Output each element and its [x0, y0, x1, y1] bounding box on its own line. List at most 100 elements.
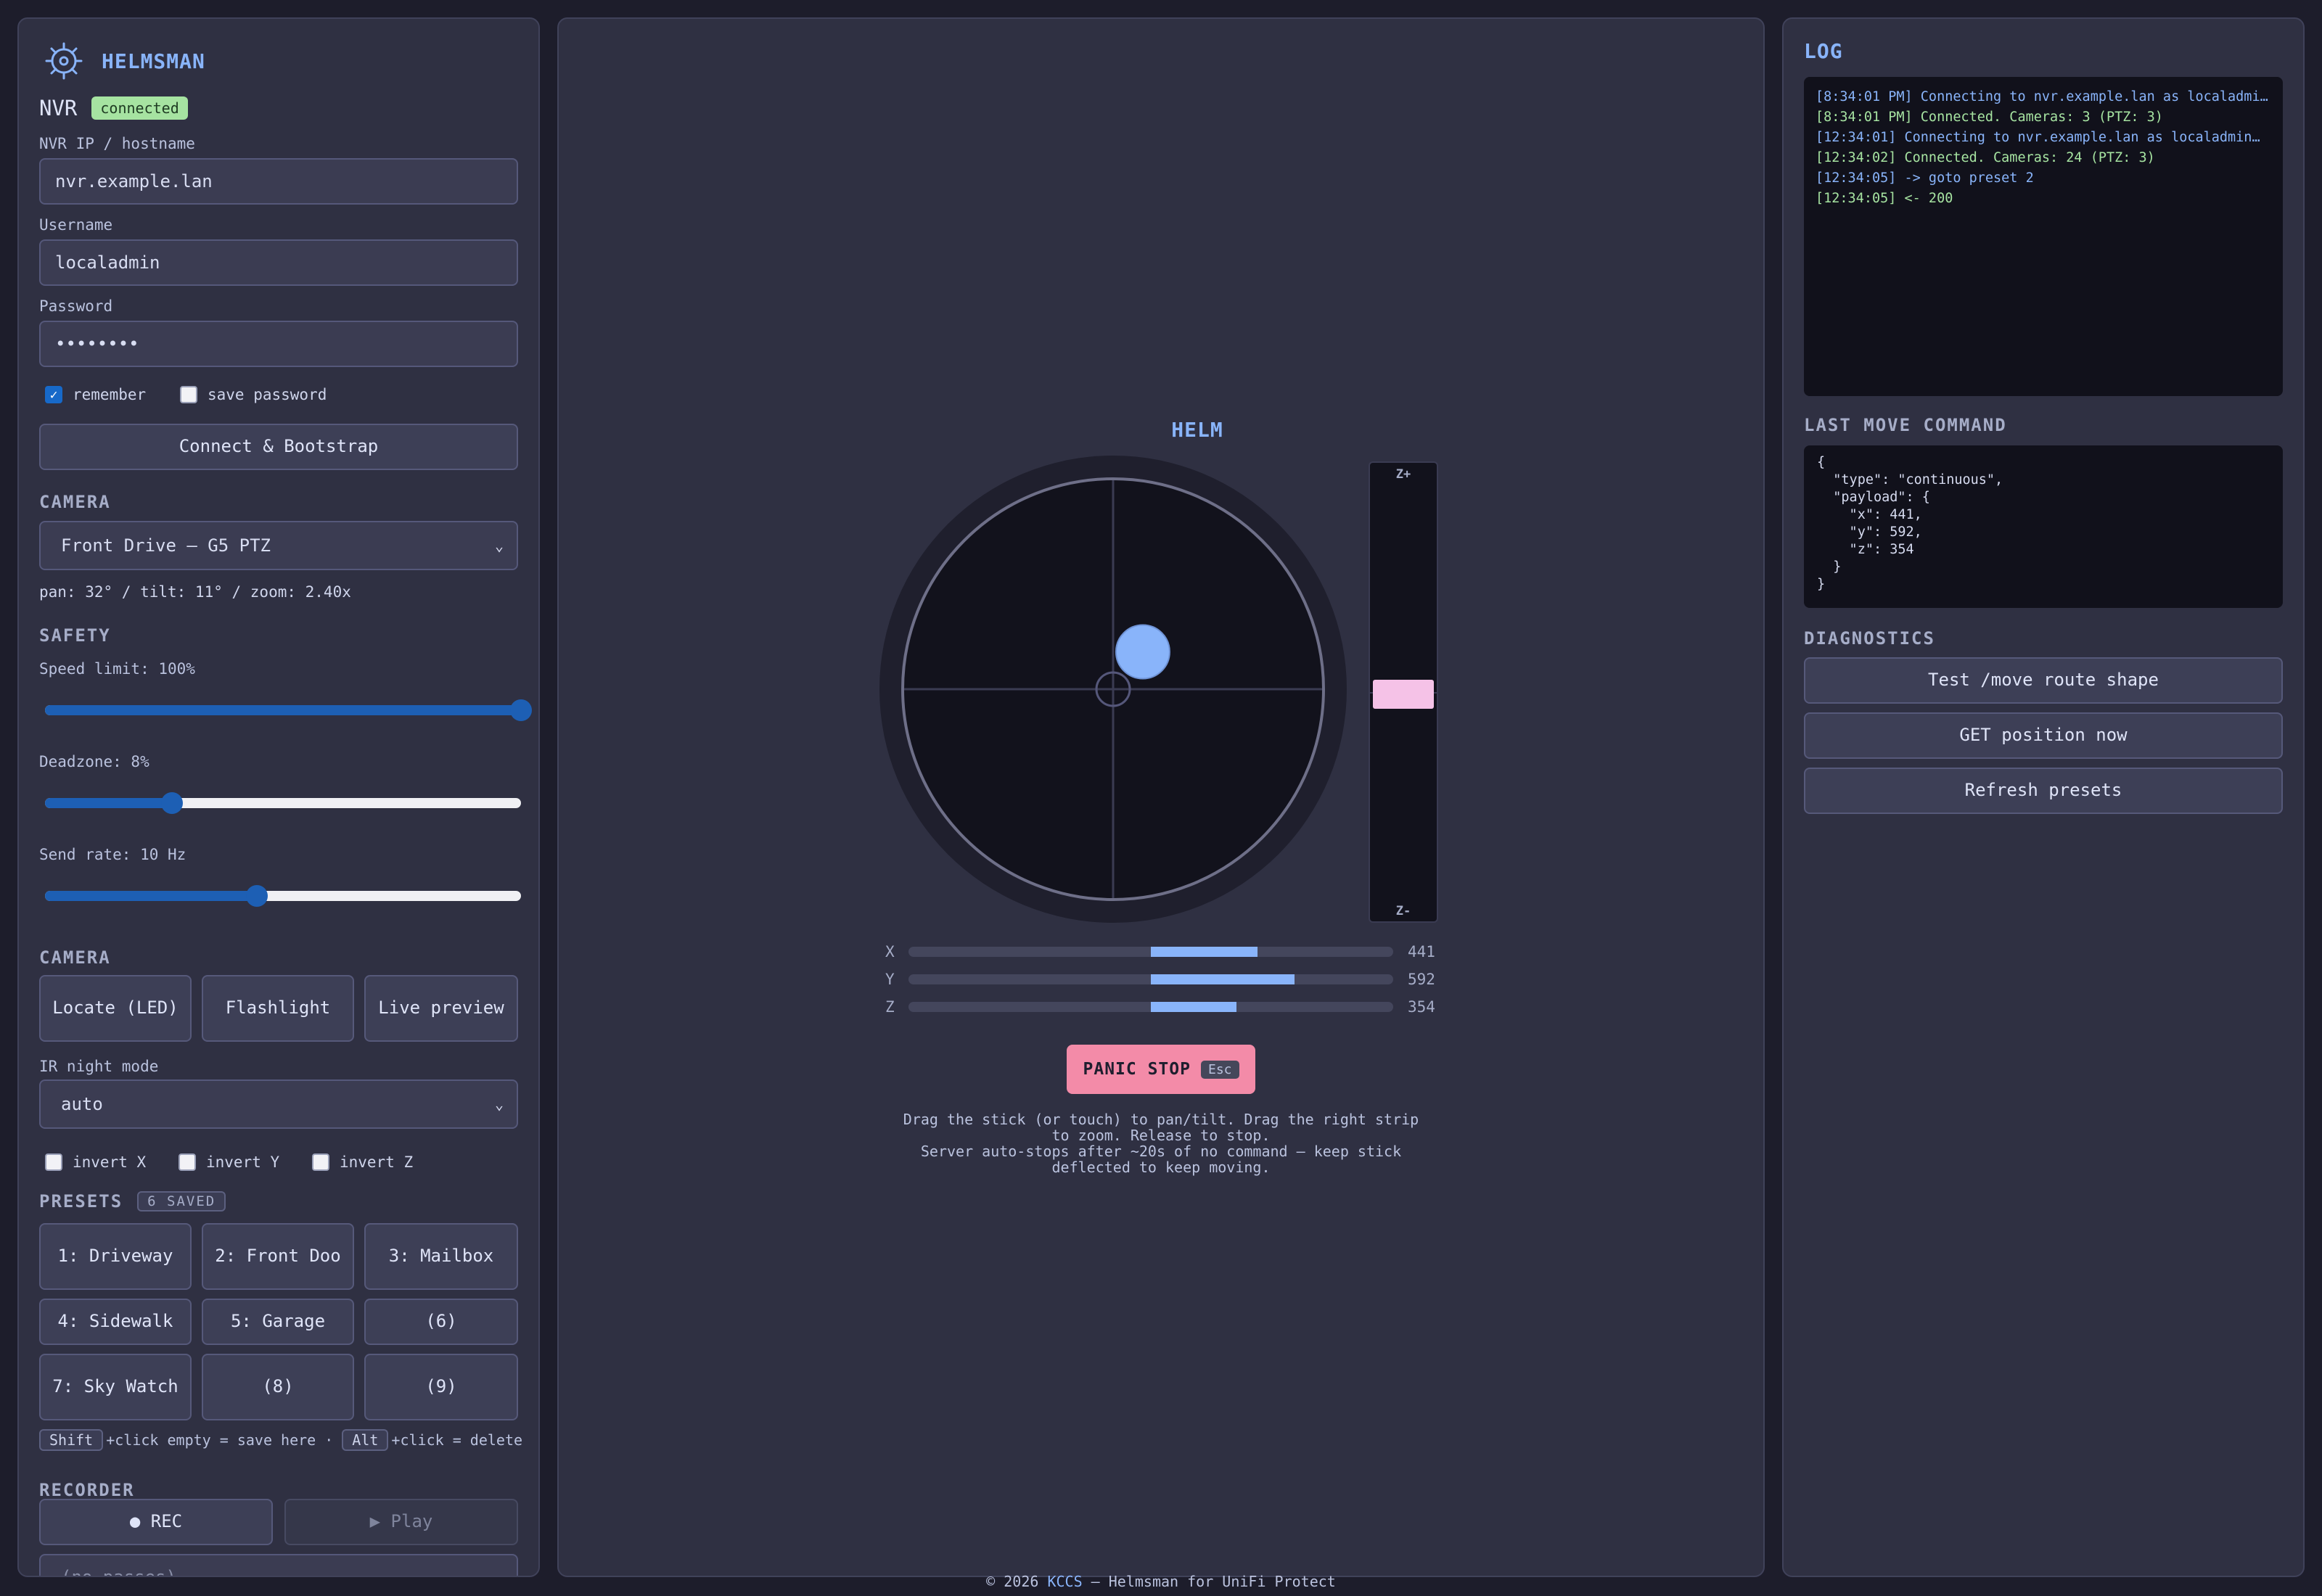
- footer-link[interactable]: KCCS: [1047, 1573, 1082, 1590]
- preset-button-2[interactable]: 2: Front Doo: [202, 1223, 354, 1290]
- footer-prefix: © 2026: [986, 1573, 1048, 1590]
- axis-x-fill: [1151, 947, 1258, 957]
- panic-stop-label: PANIC STOP: [1083, 1060, 1191, 1079]
- remember-label: remember: [73, 386, 147, 403]
- helm-help-line-1: Drag the stick (or touch) to pan/tilt. D…: [903, 1111, 1419, 1144]
- panic-stop-button[interactable]: PANIC STOP Esc: [1067, 1045, 1255, 1094]
- preset-button-7[interactable]: 7: Sky Watch: [39, 1354, 192, 1420]
- get-position-button[interactable]: GET position now: [1804, 712, 2283, 759]
- axis-y-row: Y 592: [885, 971, 1435, 988]
- preset-button-1[interactable]: 1: Driveway: [39, 1223, 192, 1290]
- app-title: HELMSMAN: [102, 49, 205, 73]
- axis-x-row: X 441: [885, 943, 1435, 961]
- locate-led-button[interactable]: Locate (LED): [39, 975, 192, 1042]
- axis-y-fill: [1151, 974, 1295, 984]
- deadzone-thumb[interactable]: [160, 792, 183, 814]
- send-rate-fill: [45, 891, 257, 901]
- alt-key: Alt: [342, 1429, 389, 1451]
- deadzone-slider[interactable]: [45, 792, 521, 814]
- invert-z-checkbox[interactable]: [312, 1153, 329, 1171]
- zoom-strip[interactable]: Z+ Z-: [1369, 461, 1438, 923]
- invert-x-row[interactable]: invert X: [45, 1153, 146, 1171]
- send-rate-slider[interactable]: [45, 885, 521, 907]
- preset-button-5[interactable]: 5: Garage: [202, 1299, 354, 1345]
- shift-hint-text: +click empty = save here ·: [106, 1431, 334, 1449]
- footer-suffix: — Helmsman for UniFi Protect: [1082, 1573, 1336, 1590]
- save-password-checkbox[interactable]: [180, 386, 197, 403]
- left-panel: HELMSMAN NVR connected NVR IP / hostname…: [17, 17, 540, 1577]
- last-move-heading: LAST MOVE COMMAND: [1804, 415, 2007, 435]
- chevron-down-icon: ⌄: [494, 537, 504, 554]
- preset-button-8[interactable]: (8): [202, 1354, 354, 1420]
- preset-button-9[interactable]: (9): [364, 1354, 518, 1420]
- remember-row[interactable]: ✓ remember: [45, 386, 146, 403]
- log-entry: [12:34:02] Connected. Cameras: 24 (PTZ: …: [1816, 150, 2155, 165]
- invert-z-row[interactable]: invert Z: [312, 1153, 413, 1171]
- log-entry: [12:34:05] <- 200: [1816, 191, 1953, 206]
- ir-mode-select[interactable]: auto ⌄: [39, 1079, 518, 1129]
- refresh-presets-button[interactable]: Refresh presets: [1804, 768, 2283, 814]
- axis-x-track: [908, 947, 1393, 957]
- log-entry: [8:34:01 PM] Connected. Cameras: 3 (PTZ:…: [1816, 110, 2163, 125]
- record-button[interactable]: ● REC: [39, 1499, 273, 1545]
- preset-button-3[interactable]: 3: Mailbox: [364, 1223, 518, 1290]
- flashlight-button[interactable]: Flashlight: [202, 975, 354, 1042]
- log-entry: [12:34:01] Connecting to nvr.example.lan…: [1816, 130, 2260, 145]
- nvr-ip-label: NVR IP / hostname: [39, 135, 195, 152]
- joystick[interactable]: [879, 456, 1347, 923]
- invert-x-checkbox[interactable]: [45, 1153, 62, 1171]
- presets-hint: Shift +click empty = save here · Alt +cl…: [39, 1429, 522, 1451]
- recorder-heading: RECORDER: [39, 1480, 135, 1500]
- username-input[interactable]: [39, 239, 518, 286]
- speed-limit-label: Speed limit: 100%: [39, 660, 195, 678]
- ptz-readout: pan: 32° / tilt: 11° / zoom: 2.40x: [39, 583, 351, 601]
- axis-z-row: Z 354: [885, 998, 1435, 1016]
- joystick-knob[interactable]: [1115, 624, 1170, 680]
- username-label: Username: [39, 216, 113, 234]
- invert-y-checkbox[interactable]: [179, 1153, 196, 1171]
- zoom-handle[interactable]: [1373, 679, 1434, 709]
- last-move-panel: { "type": "continuous", "payload": { "x"…: [1804, 445, 2283, 608]
- right-panel: LOG [8:34:01 PM] Connecting to nvr.examp…: [1782, 17, 2305, 1577]
- footer: © 2026 KCCS — Helmsman for UniFi Protect: [0, 1573, 2322, 1590]
- preset-button-4[interactable]: 4: Sidewalk: [39, 1299, 192, 1345]
- speed-limit-slider[interactable]: [45, 699, 532, 721]
- helm-help: Drag the stick (or touch) to pan/tilt. D…: [893, 1111, 1429, 1175]
- password-label: Password: [39, 297, 113, 315]
- deadzone-fill: [45, 798, 172, 808]
- invert-y-label: invert Y: [206, 1153, 280, 1171]
- save-password-row[interactable]: save password: [180, 386, 327, 403]
- status-badge: connected: [91, 96, 188, 120]
- live-preview-button[interactable]: Live preview: [364, 975, 518, 1042]
- axis-z-label: Z: [885, 998, 895, 1016]
- safety-heading: SAFETY: [39, 625, 111, 646]
- speed-limit-thumb[interactable]: [510, 699, 532, 721]
- nvr-heading: NVR: [39, 96, 78, 120]
- speed-limit-fill: [45, 705, 521, 715]
- save-password-label: save password: [208, 386, 327, 403]
- connect-button[interactable]: Connect & Bootstrap: [39, 424, 518, 470]
- invert-y-row[interactable]: invert Y: [179, 1153, 279, 1171]
- log-heading: LOG: [1804, 39, 1843, 63]
- axis-y-label: Y: [885, 971, 895, 988]
- remember-checkbox[interactable]: ✓: [45, 386, 62, 403]
- play-button[interactable]: ▶ Play: [284, 1499, 518, 1545]
- camera-select[interactable]: Front Drive — G5 PTZ ⌄: [39, 521, 518, 570]
- preset-button-6[interactable]: (6): [364, 1299, 518, 1345]
- helm-help-line-2: Server auto-stops after ~20s of no comma…: [920, 1143, 1402, 1176]
- password-input[interactable]: [39, 321, 518, 367]
- last-move-json: { "type": "continuous", "payload": { "x"…: [1817, 455, 2003, 592]
- presets-header: PRESETS 6 SAVED: [39, 1191, 226, 1212]
- axis-x-label: X: [885, 943, 895, 961]
- brand: HELMSMAN: [45, 42, 205, 80]
- presets-heading: PRESETS: [39, 1191, 123, 1212]
- invert-z-label: invert Z: [340, 1153, 414, 1171]
- send-rate-thumb[interactable]: [245, 885, 268, 907]
- helm-wheel-icon: [45, 42, 83, 80]
- nvr-ip-input[interactable]: [39, 158, 518, 205]
- log-entry: [12:34:05] -> goto preset 2: [1816, 170, 2034, 186]
- shift-key: Shift: [39, 1429, 104, 1451]
- log-panel: [8:34:01 PM] Connecting to nvr.example.l…: [1804, 77, 2283, 396]
- invert-x-label: invert X: [73, 1153, 147, 1171]
- test-move-route-button[interactable]: Test /move route shape: [1804, 657, 2283, 704]
